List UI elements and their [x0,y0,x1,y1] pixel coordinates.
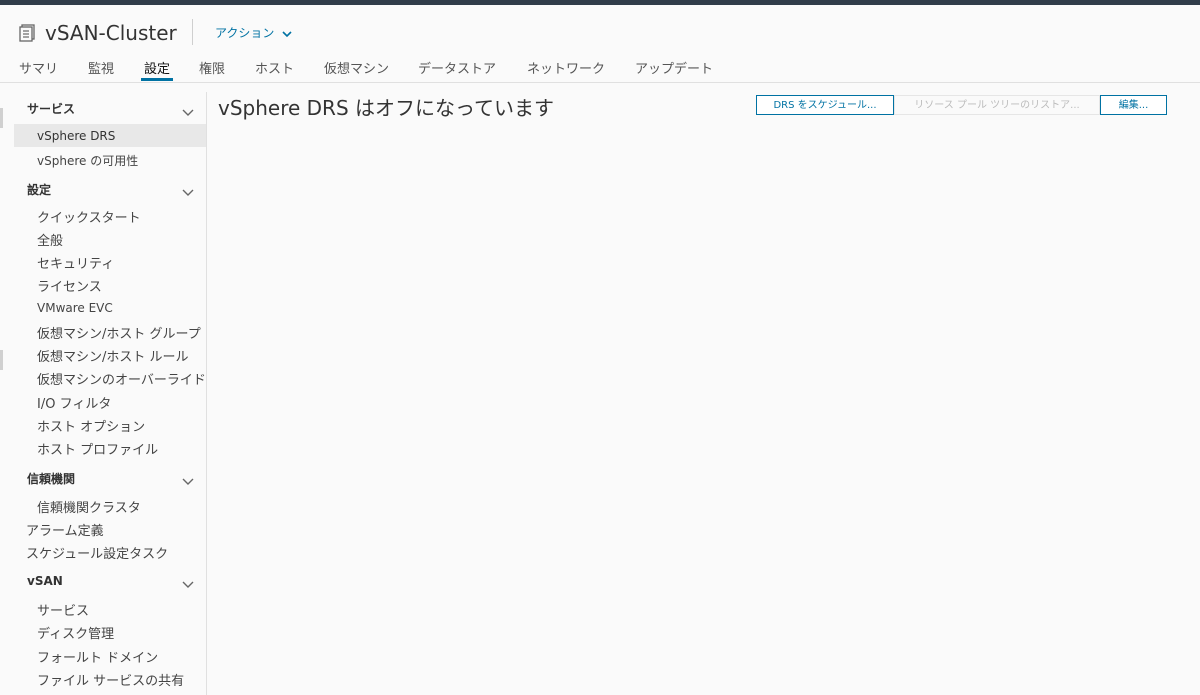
sidebar-item-vm-overrides[interactable]: 仮想マシンのオーバーライド [37,369,206,388]
active-tab-indicator [141,78,173,81]
tab-configure[interactable]: 設定 [144,58,170,77]
edge-marker [0,350,3,370]
sidebar-item-scheduled-tasks[interactable]: スケジュール設定タスク [26,543,168,562]
sidebar-item-vsphere-drs[interactable]: vSphere DRS [37,129,115,143]
section-header-settings[interactable]: 設定 [27,181,51,198]
tab-summary[interactable]: サマリ [19,58,58,77]
object-header: vSAN-Cluster アクション [0,5,1200,55]
sidebar-item-quickstart[interactable]: クイックスタート [37,207,141,226]
sidebar-item-vm-host-groups[interactable]: 仮想マシン/ホスト グループ [37,323,201,342]
tab-hosts[interactable]: ホスト [255,58,294,77]
settings-sidebar: サービス vSphere DRS vSphere の可用性 設定 クイックスター… [14,92,207,695]
sidebar-item-vm-host-rules[interactable]: 仮想マシン/ホスト ルール [37,346,189,365]
actions-label: アクション [215,26,275,40]
chevron-down-icon[interactable] [182,472,194,485]
sidebar-item-licensing[interactable]: ライセンス [37,276,102,295]
sidebar-item-host-options[interactable]: ホスト オプション [37,416,145,435]
section-header-vsan[interactable]: vSAN [27,574,63,588]
sidebar-item-vsphere-ha[interactable]: vSphere の可用性 [37,152,138,169]
content-title: vSphere DRS はオフになっています [218,96,555,120]
edge-marker [0,108,3,128]
sidebar-item-fault-domains[interactable]: フォールト ドメイン [37,647,158,666]
page-title: vSAN-Cluster [45,21,177,45]
tab-bar: サマリ 監視 設定 権限 ホスト 仮想マシン データストア ネットワーク アップ… [0,55,1200,83]
chevron-down-icon[interactable] [182,575,194,588]
tab-updates[interactable]: アップデート [635,58,713,77]
title-divider [192,19,193,45]
sidebar-item-host-profile[interactable]: ホスト プロファイル [37,439,158,458]
chevron-down-icon[interactable] [182,103,194,116]
section-header-services[interactable]: サービス [27,100,75,117]
tab-permissions[interactable]: 権限 [199,58,225,77]
chevron-down-icon[interactable] [182,183,194,196]
sidebar-item-file-service-shares[interactable]: ファイル サービスの共有 [37,670,184,689]
chevron-down-icon [282,27,292,41]
sidebar-item-trust-authority-cluster[interactable]: 信頼機関クラスタ [37,497,141,516]
sidebar-item-vsan-services[interactable]: サービス [37,600,89,619]
sidebar-item-general[interactable]: 全般 [37,230,63,249]
tab-datastores[interactable]: データストア [418,58,496,77]
sidebar-item-vmware-evc[interactable]: VMware EVC [37,301,113,315]
sidebar-item-security[interactable]: セキュリティ [37,253,114,272]
sidebar-item-alarm-definitions[interactable]: アラーム定義 [26,520,104,539]
cluster-icon [19,24,35,42]
tab-monitor[interactable]: 監視 [88,58,114,77]
tab-vms[interactable]: 仮想マシン [324,58,389,77]
sidebar-item-io-filters[interactable]: I/O フィルタ [37,393,111,412]
sidebar-item-disk-management[interactable]: ディスク管理 [37,623,114,642]
schedule-drs-button[interactable]: DRS をスケジュール... [756,95,894,115]
tab-networks[interactable]: ネットワーク [527,58,605,77]
edit-button[interactable]: 編集... [1100,95,1167,115]
restore-resource-pool-tree-button[interactable]: リソース プール ツリーのリストア... [894,95,1100,115]
section-header-trust-authority[interactable]: 信頼機関 [27,470,75,487]
actions-menu-button[interactable]: アクション [215,24,292,41]
